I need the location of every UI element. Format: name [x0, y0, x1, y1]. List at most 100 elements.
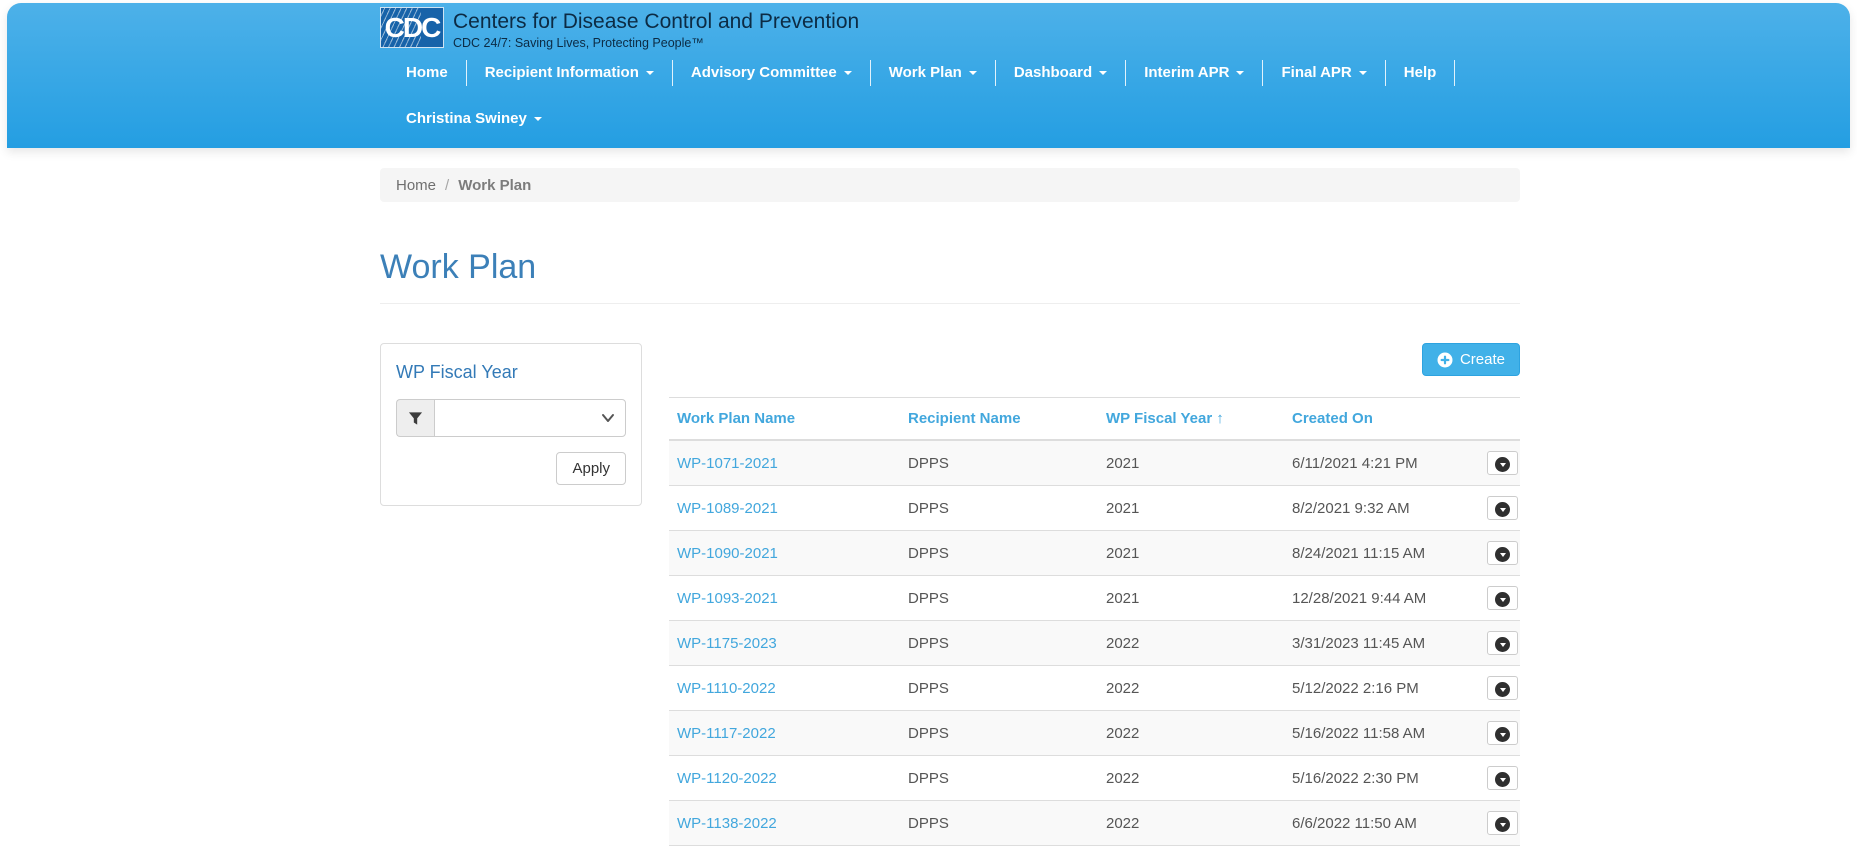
row-actions-button[interactable]: [1487, 586, 1518, 610]
work-plan-link[interactable]: WP-1093-2021: [677, 590, 778, 607]
chevron-down-icon: [1495, 637, 1510, 652]
cdc-logo[interactable]: CDC: [380, 7, 444, 48]
nav-item-interim-apr[interactable]: Interim APR: [1126, 60, 1263, 86]
column-header-created-on[interactable]: Created On: [1284, 398, 1462, 441]
table-row: WP-1090-2021DPPS20218/24/2021 11:15 AM: [669, 531, 1520, 576]
work-plan-link[interactable]: WP-1089-2021: [677, 500, 778, 517]
created-on-cell: 8/2/2021 9:32 AM: [1292, 500, 1410, 517]
recipient-name-cell: DPPS: [908, 680, 949, 697]
created-on-cell: 5/16/2022 11:58 AM: [1292, 725, 1425, 742]
created-on-cell: 6/6/2022 11:50 AM: [1292, 815, 1417, 832]
app-header: CDC Centers for Disease Control and Prev…: [7, 3, 1850, 148]
table-row: WP-1138-2022 DPPS 2022 6/6/2022 11:50 AM: [669, 801, 1520, 846]
work-plan-link[interactable]: WP-1071-2021: [677, 455, 778, 472]
table-row: WP-1089-2021 DPPS 2021 8/2/2021 9:32 AM: [669, 486, 1520, 531]
cdc-brand: CDC Centers for Disease Control and Prev…: [380, 7, 859, 50]
created-on-cell: 5/16/2022 2:30 PM: [1292, 770, 1419, 787]
user-menu-label: Christina Swiney: [406, 110, 527, 127]
create-button[interactable]: Create: [1422, 343, 1520, 376]
agency-name: Centers for Disease Control and Preventi…: [453, 9, 859, 34]
main-nav: HomeRecipient InformationAdvisory Commit…: [388, 60, 1455, 86]
toolbar: Create: [669, 343, 1520, 376]
nav-item-final-apr[interactable]: Final APR: [1263, 60, 1385, 86]
row-actions-button[interactable]: [1487, 541, 1518, 565]
row-actions-button[interactable]: [1487, 766, 1518, 790]
cdc-logo-text: CDC: [385, 12, 440, 44]
table-row: WP-1071-2021DPPS20216/11/2021 4:21 PM: [669, 440, 1520, 486]
chevron-down-icon: [1495, 727, 1510, 742]
table-row: WP-1110-2022DPPS20225/12/2022 2:16 PM: [669, 666, 1520, 711]
fiscal-year-cell: 2022: [1106, 770, 1139, 787]
row-actions-button[interactable]: [1487, 676, 1518, 700]
row-actions-button[interactable]: [1487, 451, 1518, 475]
chevron-down-icon: [1495, 772, 1510, 787]
work-plan-link[interactable]: WP-1138-2022: [677, 815, 777, 832]
chevron-down-icon: [534, 117, 542, 121]
column-header-recipient-name[interactable]: Recipient Name: [900, 398, 1098, 441]
work-plan-link[interactable]: WP-1175-2023: [677, 635, 777, 652]
nav-item-advisory-committee[interactable]: Advisory Committee: [673, 60, 871, 86]
brand-text: Centers for Disease Control and Preventi…: [453, 7, 859, 50]
fiscal-year-select[interactable]: [434, 399, 626, 437]
row-actions-button[interactable]: [1487, 811, 1518, 835]
recipient-name-cell: DPPS: [908, 545, 949, 562]
fiscal-year-input-group: [396, 399, 626, 437]
sort-ascending-icon: ↑: [1216, 410, 1224, 427]
table-row: WP-1117-2022 DPPS 2022 5/16/2022 11:58 AM: [669, 711, 1520, 756]
column-header-wp-fiscal-year[interactable]: WP Fiscal Year↑: [1098, 398, 1284, 441]
column-header-work-plan-name[interactable]: Work Plan Name: [669, 398, 900, 441]
row-actions-button[interactable]: [1487, 721, 1518, 745]
plus-circle-icon: [1437, 352, 1453, 368]
work-plan-link[interactable]: WP-1120-2022: [677, 770, 777, 787]
column-header-actions: [1462, 398, 1520, 441]
chevron-down-icon: [1495, 457, 1510, 472]
work-plan-link[interactable]: WP-1090-2021: [677, 545, 778, 562]
created-on-cell: 6/11/2021 4:21 PM: [1292, 455, 1418, 472]
funnel-icon: [408, 411, 423, 426]
nav-item-work-plan[interactable]: Work Plan: [871, 60, 996, 86]
work-plan-link[interactable]: WP-1110-2022: [677, 680, 776, 697]
work-plan-link[interactable]: WP-1117-2022: [677, 725, 776, 742]
chevron-down-icon: [646, 71, 654, 75]
nav-item-recipient-information[interactable]: Recipient Information: [467, 60, 673, 86]
recipient-name-cell: DPPS: [908, 770, 949, 787]
chevron-down-icon: [1495, 592, 1510, 607]
recipient-name-cell: DPPS: [908, 500, 949, 517]
filter-icon-button[interactable]: [396, 399, 434, 437]
table-row: WP-1120-2022 DPPS 2022 5/16/2022 2:30 PM: [669, 756, 1520, 801]
filter-panel-title: WP Fiscal Year: [396, 362, 626, 383]
recipient-name-cell: DPPS: [908, 815, 949, 832]
table-row: WP-1175-2023 DPPS 2022 3/31/2023 11:45 AM: [669, 621, 1520, 666]
row-actions-button[interactable]: [1487, 631, 1518, 655]
main-row: WP Fiscal Year Apply: [380, 343, 1520, 854]
chevron-down-icon: [844, 71, 852, 75]
created-on-cell: 5/12/2022 2:16 PM: [1292, 680, 1419, 697]
agency-tagline: CDC 24/7: Saving Lives, Protecting Peopl…: [453, 36, 859, 50]
apply-button[interactable]: Apply: [556, 452, 626, 485]
chevron-down-icon: [1495, 682, 1510, 697]
chevron-down-icon: [601, 413, 615, 423]
fiscal-year-filter-panel: WP Fiscal Year Apply: [380, 343, 642, 506]
nav-item-dashboard[interactable]: Dashboard: [996, 60, 1126, 86]
created-on-cell: 3/31/2023 11:45 AM: [1292, 635, 1425, 652]
recipient-name-cell: DPPS: [908, 635, 949, 652]
fiscal-year-cell: 2022: [1106, 635, 1139, 652]
chevron-down-icon: [1236, 71, 1244, 75]
chevron-down-icon: [1495, 817, 1510, 832]
chevron-down-icon: [969, 71, 977, 75]
table-row: WP-1093-2021DPPS202112/28/2021 9:44 AM: [669, 576, 1520, 621]
fiscal-year-cell: 2022: [1106, 815, 1139, 832]
nav-item-help[interactable]: Help: [1386, 60, 1456, 86]
user-menu[interactable]: Christina Swiney: [388, 106, 560, 132]
fiscal-year-cell: 2022: [1106, 725, 1139, 742]
breadcrumb-home-link[interactable]: Home: [396, 177, 436, 194]
table-header-row: Work Plan Name Recipient Name WP Fiscal …: [669, 398, 1520, 441]
nav-item-home[interactable]: Home: [388, 60, 467, 86]
fiscal-year-cell: 2021: [1106, 500, 1139, 517]
row-actions-button[interactable]: [1487, 496, 1518, 520]
created-on-cell: 12/28/2021 9:44 AM: [1292, 590, 1426, 607]
recipient-name-cell: DPPS: [908, 725, 949, 742]
recipient-name-cell: DPPS: [908, 455, 949, 472]
breadcrumb-separator: /: [445, 177, 449, 194]
created-on-cell: 8/24/2021 11:15 AM: [1292, 545, 1425, 562]
